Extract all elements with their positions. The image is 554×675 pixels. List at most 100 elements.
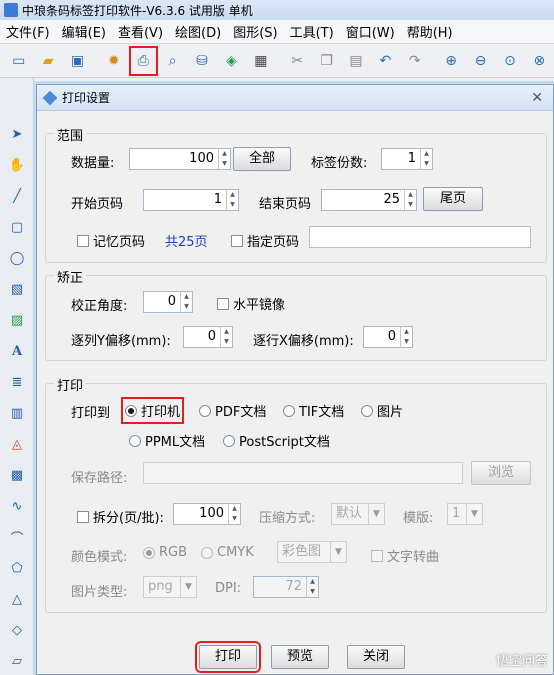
remember-page-box bbox=[77, 234, 89, 247]
split-checkbox[interactable]: 拆分(页/批): bbox=[77, 507, 164, 526]
save-icon[interactable]: ▣ bbox=[66, 49, 89, 73]
menu-file[interactable]: 文件(F) bbox=[0, 22, 56, 41]
rgb-radio-dot bbox=[143, 546, 155, 559]
zoom-actual-icon[interactable]: ⊗ bbox=[528, 49, 551, 73]
target-postscript-radio[interactable]: PostScript文档 bbox=[223, 431, 330, 450]
end-page-stepper[interactable]: 25 ▲ ▼ bbox=[321, 189, 417, 211]
split-stepper[interactable]: 100 ▲ ▼ bbox=[173, 503, 241, 525]
polygon-icon[interactable]: ⬠ bbox=[6, 557, 28, 579]
cmyk-radio-dot bbox=[201, 546, 213, 559]
open-folder-icon[interactable]: ▰ bbox=[36, 49, 59, 73]
zoom-fit-icon[interactable]: ⊙ bbox=[498, 49, 521, 73]
specify-page-input[interactable] bbox=[309, 226, 531, 248]
parallelogram-icon[interactable]: ▱ bbox=[6, 650, 28, 672]
target-printer-radio[interactable]: 打印机 bbox=[120, 397, 185, 424]
grid-icon[interactable]: ▦ bbox=[249, 49, 272, 73]
target-pdf-radio[interactable]: PDF文档 bbox=[199, 401, 266, 420]
triangle-icon[interactable]: △ bbox=[6, 588, 28, 610]
col-y-offset-stepper[interactable]: 0 ▲ ▼ bbox=[183, 326, 233, 348]
text-icon[interactable]: A bbox=[6, 340, 28, 362]
color-cmyk-radio[interactable]: CMYK bbox=[201, 545, 254, 560]
ppml-radio-dot bbox=[129, 434, 141, 447]
row-x-offset-stepper[interactable]: 0 ▲ ▼ bbox=[363, 326, 413, 348]
cut-icon[interactable]: ✂ bbox=[286, 49, 309, 73]
color-image-select[interactable]: 彩色图 ▼ bbox=[277, 541, 347, 563]
remember-page-checkbox[interactable]: 记忆页码 bbox=[77, 231, 145, 250]
start-page-stepper[interactable]: 1 ▲ ▼ bbox=[143, 189, 239, 211]
menu-help[interactable]: 帮助(H) bbox=[401, 22, 459, 41]
curve-icon[interactable]: ∿ bbox=[6, 495, 28, 517]
menu-window[interactable]: 窗口(W) bbox=[340, 22, 401, 41]
image-icon[interactable]: ▧ bbox=[6, 278, 28, 300]
target-ppml-radio[interactable]: PPML文档 bbox=[129, 431, 205, 450]
database-icon[interactable]: ⛁ bbox=[190, 49, 213, 73]
copy-icon[interactable]: ❐ bbox=[315, 49, 338, 73]
redo-icon[interactable]: ↷ bbox=[403, 49, 426, 73]
menu-edit[interactable]: 编辑(E) bbox=[56, 22, 112, 41]
col-y-offset-value: 0 bbox=[207, 329, 216, 344]
rectangle-icon[interactable]: ▢ bbox=[6, 216, 28, 238]
color-image-value: 彩色图 bbox=[282, 544, 322, 559]
undo-icon[interactable]: ↶ bbox=[374, 49, 397, 73]
dialog-diamond-icon bbox=[42, 90, 58, 105]
cube-icon[interactable]: ◈ bbox=[220, 49, 243, 73]
line-icon[interactable]: ╱ bbox=[6, 185, 28, 207]
zoom-out-icon[interactable]: ⊖ bbox=[469, 49, 492, 73]
all-button[interactable]: 全部 bbox=[233, 147, 291, 171]
paste-icon[interactable]: ▤ bbox=[344, 49, 367, 73]
mirror-checkbox[interactable]: 水平镜像 bbox=[217, 294, 285, 313]
pdf-radio-dot bbox=[199, 404, 211, 417]
picture-icon[interactable]: ▨ bbox=[6, 309, 28, 331]
print-icon[interactable]: ⎙ bbox=[128, 45, 159, 76]
select-arrow-icon[interactable]: ➤ bbox=[6, 123, 28, 145]
dpi-label: DPI: bbox=[215, 581, 242, 596]
print-settings-dialog: 打印设置 ✕ 范围 数据量: 100 ▲ ▼ 全部 标签份数: 1 ▲ ▼ 开始页码… bbox=[36, 84, 554, 675]
target-tif-radio[interactable]: TIF文档 bbox=[283, 401, 344, 420]
app-title-bar: 中琅条码标签打印软件-V6.3.6 试用版 单机 bbox=[0, 0, 554, 20]
pan-icon[interactable]: ✋ bbox=[6, 154, 28, 176]
browse-button[interactable]: 浏览 bbox=[471, 461, 531, 485]
angle-value: 0 bbox=[167, 294, 176, 309]
gear-icon[interactable]: ✹ bbox=[102, 49, 125, 73]
close-button[interactable]: 关闭 bbox=[347, 645, 405, 669]
watermark-text: 悟空问答 bbox=[495, 654, 548, 669]
barcode-icon[interactable]: ▥ bbox=[6, 402, 28, 424]
save-path-input[interactable] bbox=[143, 462, 463, 484]
menu-bar: 文件(F) 编辑(E) 查看(V) 绘图(D) 图形(S) 工具(T) 窗口(W… bbox=[0, 20, 554, 44]
image-type-select[interactable]: png ▼ bbox=[143, 576, 197, 598]
target-image-radio[interactable]: 图片 bbox=[361, 401, 403, 420]
angle-stepper[interactable]: 0 ▲ ▼ bbox=[143, 291, 193, 313]
menu-view[interactable]: 查看(V) bbox=[112, 22, 169, 41]
print-legend: 打印 bbox=[54, 375, 87, 394]
menu-draw[interactable]: 绘图(D) bbox=[169, 22, 227, 41]
close-icon[interactable]: ✕ bbox=[531, 90, 543, 106]
triangle-shape-icon[interactable]: ◬ bbox=[6, 433, 28, 455]
template-select[interactable]: 1 ▼ bbox=[447, 503, 483, 525]
text-convert-label: 文字转曲 bbox=[387, 550, 440, 565]
color-rgb-radio[interactable]: RGB bbox=[143, 545, 187, 560]
dialog-title: 打印设置 bbox=[62, 91, 111, 105]
rich-text-icon[interactable]: ≣ bbox=[6, 371, 28, 393]
copies-stepper[interactable]: 1 ▲ ▼ bbox=[381, 148, 433, 170]
compress-select[interactable]: 默认 ▼ bbox=[331, 503, 385, 525]
text-convert-checkbox[interactable]: 文字转曲 bbox=[371, 546, 439, 565]
print-button[interactable]: 打印 bbox=[195, 641, 261, 673]
qrcode-icon[interactable]: ▩ bbox=[6, 464, 28, 486]
specify-page-checkbox[interactable]: 指定页码 bbox=[231, 231, 299, 250]
template-value: 1 bbox=[452, 506, 461, 521]
preview-button[interactable]: 预览 bbox=[271, 645, 329, 669]
new-file-icon[interactable]: ▭ bbox=[7, 49, 30, 73]
ellipse-icon[interactable]: ◯ bbox=[6, 247, 28, 269]
print-preview-icon[interactable]: ⌕ bbox=[161, 49, 184, 73]
arc-icon[interactable]: ⌒ bbox=[6, 526, 28, 548]
angle-label: 校正角度: bbox=[71, 299, 128, 314]
menu-shape[interactable]: 图形(S) bbox=[227, 22, 283, 41]
target-ppml-label: PPML文档 bbox=[145, 435, 206, 450]
last-page-button[interactable]: 尾页 bbox=[423, 187, 483, 211]
data-count-stepper[interactable]: 100 ▲ ▼ bbox=[129, 148, 231, 170]
diamond-icon[interactable]: ◇ bbox=[6, 619, 28, 641]
zoom-in-icon[interactable]: ⊕ bbox=[439, 49, 462, 73]
dpi-stepper[interactable]: 72 ▲ ▼ bbox=[253, 576, 319, 598]
target-pdf-label: PDF文档 bbox=[215, 405, 267, 420]
menu-tools[interactable]: 工具(T) bbox=[284, 22, 340, 41]
